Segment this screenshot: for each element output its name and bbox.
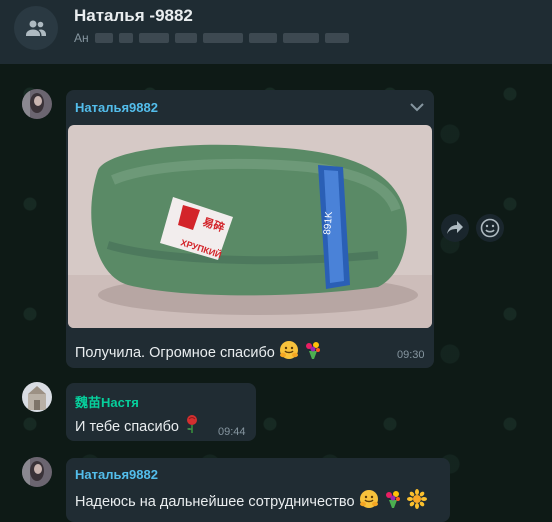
- sunflower-icon: [406, 489, 427, 513]
- avatar-photo: [22, 89, 52, 119]
- message-bubble[interactable]: 魏苗Настя И тебе спасибо 09:44: [66, 383, 256, 441]
- subtitle-lead: Ан: [74, 31, 89, 45]
- message-text-content: И тебе спасибо: [75, 419, 179, 435]
- package-photo: 891K 易碎 ХРУПКИЙ: [68, 125, 432, 328]
- redacted-text: [174, 33, 197, 43]
- sender-avatar[interactable]: [22, 382, 52, 412]
- sender-name[interactable]: Наталья9882: [75, 467, 158, 482]
- group-avatar[interactable]: [14, 6, 58, 50]
- redacted-text: [118, 33, 133, 43]
- chat-title[interactable]: Наталья -9882: [74, 6, 193, 26]
- message-time: 09:44: [218, 426, 246, 438]
- redacted-text: [324, 33, 349, 43]
- forward-icon: [447, 221, 463, 234]
- message-time: 09:30: [397, 349, 425, 361]
- message-text-content: Получила. Огромное спасибо: [75, 345, 275, 361]
- sender-avatar[interactable]: [22, 89, 52, 119]
- redacted-text: [94, 33, 113, 43]
- message-text: Получила. Огромное спасибо: [75, 340, 323, 364]
- redacted-text: [138, 33, 169, 43]
- smiley-icon: [480, 218, 500, 238]
- chevron-down-icon[interactable]: [410, 102, 424, 112]
- rose-icon: [183, 414, 201, 438]
- group-icon: [26, 20, 46, 36]
- tape-text: 891K: [322, 211, 335, 236]
- message-text-content: Надеюсь на дальнейшее сотрудничество: [75, 494, 355, 510]
- forward-button[interactable]: [441, 214, 469, 242]
- message-text: Надеюсь на дальнейшее сотрудничество: [75, 489, 427, 513]
- sender-name[interactable]: 魏苗Настя: [75, 392, 139, 411]
- sender-avatar[interactable]: [22, 457, 52, 487]
- chat-header[interactable]: Наталья -9882 Ан: [0, 0, 552, 64]
- bouquet-icon: [303, 340, 323, 364]
- redacted-text: [202, 33, 243, 43]
- hugging-face-icon: [279, 340, 299, 364]
- react-button[interactable]: [476, 214, 504, 242]
- message-bubble[interactable]: Наталья9882 891K 易碎 ХРУПКИЙ Получила. Ог…: [66, 90, 434, 368]
- message-bubble[interactable]: Наталья9882 Надеюсь на дальнейшее сотруд…: [66, 458, 450, 522]
- avatar-photo: [22, 382, 52, 412]
- avatar-photo: [22, 457, 52, 487]
- bouquet-icon: [383, 489, 403, 513]
- redacted-text: [248, 33, 277, 43]
- message-image[interactable]: 891K 易碎 ХРУПКИЙ: [68, 125, 432, 328]
- redacted-text: [282, 33, 319, 43]
- hugging-face-icon: [359, 489, 379, 513]
- message-text: И тебе спасибо: [75, 414, 201, 438]
- sender-name[interactable]: Наталья9882: [75, 100, 158, 115]
- chat-subtitle: Ан: [74, 31, 384, 45]
